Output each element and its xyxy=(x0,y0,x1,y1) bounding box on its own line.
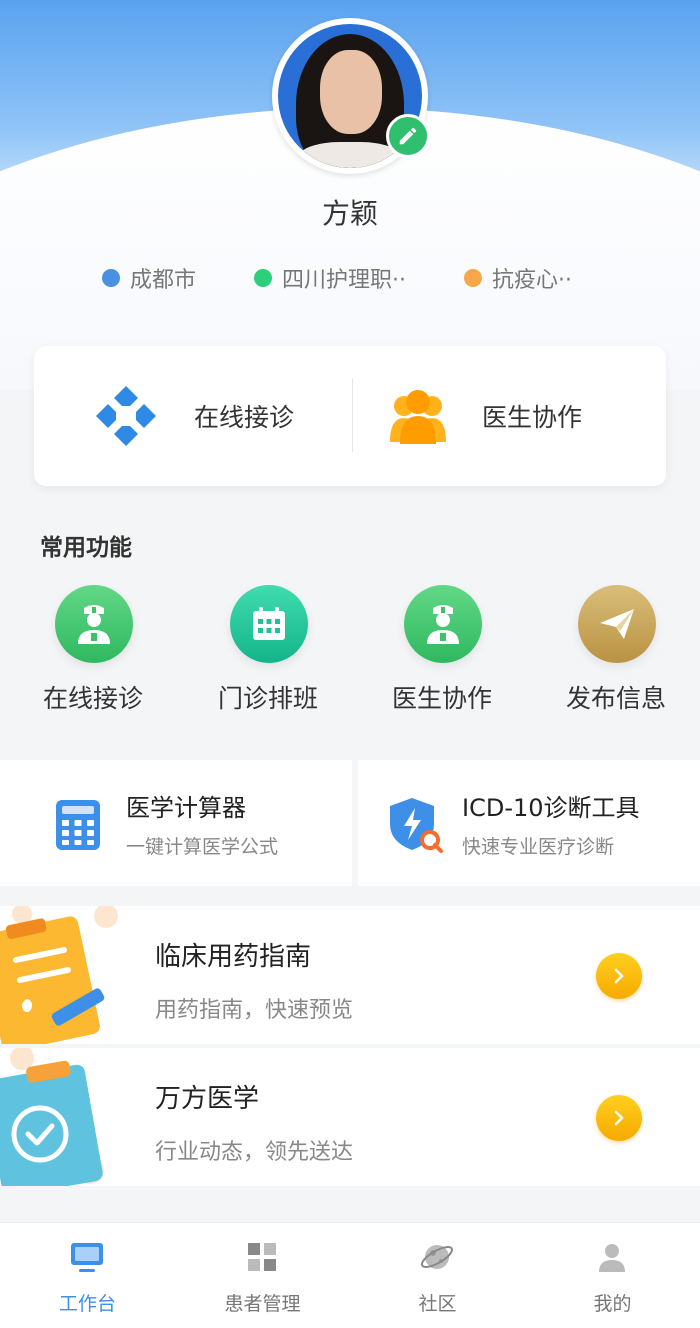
chevron-right-button[interactable] xyxy=(596,1095,642,1141)
paper-plane-icon xyxy=(600,609,634,639)
tool-title: ICD-10诊断工具 xyxy=(462,794,640,822)
pencil-icon xyxy=(399,127,417,145)
tab-label: 工作台 xyxy=(58,1293,116,1315)
func-label: 在线接诊 xyxy=(42,684,143,713)
shield-search-icon xyxy=(390,798,443,853)
func-online-consultation[interactable]: 在线接诊 xyxy=(8,585,178,725)
func-publish-info[interactable]: 发布信息 xyxy=(531,585,700,725)
medical-cross-icon xyxy=(96,386,156,446)
doctor-collaboration-button[interactable]: 医生协作 xyxy=(390,346,582,486)
func-label: 门诊排班 xyxy=(217,684,318,713)
user-name: 方颖 xyxy=(321,197,378,230)
edit-profile-button[interactable] xyxy=(386,114,430,158)
tab-label: 社区 xyxy=(418,1293,457,1315)
divider xyxy=(352,760,358,886)
tab-patient-management[interactable]: 患者管理 xyxy=(175,1223,350,1328)
tag-honor: 抗疫心·· xyxy=(464,262,572,294)
list-item-wanfang-medical[interactable]: 万方医学 行业动态，领先送达 xyxy=(0,1048,700,1186)
nurse-icon xyxy=(78,605,110,644)
func-outpatient-schedule[interactable]: 门诊排班 xyxy=(183,585,353,725)
grid-icon xyxy=(248,1243,276,1271)
doctors-group-icon xyxy=(390,390,446,444)
list-title: 万方医学 xyxy=(155,1084,260,1114)
clipboard-pen-icon xyxy=(0,906,118,1044)
profile-tags: 成都市 四川护理职·· 抗疫心·· xyxy=(0,262,700,294)
chevron-right-icon xyxy=(614,968,624,984)
chevron-right-button[interactable] xyxy=(596,953,642,999)
bottom-nav: 工作台 患者管理 社区 我的 xyxy=(0,1222,700,1328)
doctor-collaboration-label: 医生协作 xyxy=(482,403,583,432)
common-functions-row: 在线接诊 门诊排班 医生协作 发布信息 xyxy=(0,585,700,725)
section-title-common-functions: 常用功能 xyxy=(40,535,132,561)
tab-community[interactable]: 社区 xyxy=(350,1223,525,1328)
tool-subtitle: 快速专业医疗诊断 xyxy=(462,836,615,858)
tab-workbench[interactable]: 工作台 xyxy=(0,1223,175,1328)
divider xyxy=(352,378,353,452)
tab-label: 患者管理 xyxy=(224,1293,301,1315)
online-consultation-button[interactable]: 在线接诊 xyxy=(94,346,294,486)
func-label: 发布信息 xyxy=(565,684,666,713)
chevron-right-icon xyxy=(614,1110,624,1126)
tools-card: 医学计算器 一键计算医学公式 ICD-10诊断工具 快速专业医疗诊断 xyxy=(0,760,700,886)
planet-icon xyxy=(420,1245,454,1269)
tag-city: 成都市 xyxy=(102,262,196,294)
func-label: 医生协作 xyxy=(391,684,492,713)
tab-label: 我的 xyxy=(593,1293,632,1315)
green-dot-icon xyxy=(254,269,272,287)
list-title: 临床用药指南 xyxy=(155,942,312,972)
list-subtitle: 用药指南，快速预览 xyxy=(155,998,354,1023)
medical-calculator-button[interactable]: 医学计算器 一键计算医学公式 xyxy=(34,760,352,886)
blue-dot-icon xyxy=(102,269,120,287)
nurse-icon xyxy=(427,605,459,644)
clipboard-check-icon xyxy=(0,1048,104,1186)
tool-subtitle: 一键计算医学公式 xyxy=(126,836,279,858)
tag-label: 成都市 xyxy=(130,268,197,293)
func-doctor-collaboration[interactable]: 医生协作 xyxy=(357,585,527,725)
online-consultation-label: 在线接诊 xyxy=(194,403,295,432)
user-icon xyxy=(599,1244,625,1272)
tag-label: 四川护理职·· xyxy=(282,268,406,293)
list-subtitle: 行业动态，领先送达 xyxy=(155,1140,354,1165)
tag-school: 四川护理职·· xyxy=(254,262,406,294)
monitor-icon xyxy=(71,1243,103,1272)
tool-title: 医学计算器 xyxy=(126,794,246,822)
tag-label: 抗疫心·· xyxy=(492,268,572,293)
icd10-tool-button[interactable]: ICD-10诊断工具 快速专业医疗诊断 xyxy=(370,760,700,886)
calendar-icon xyxy=(253,607,285,640)
tab-profile[interactable]: 我的 xyxy=(525,1223,700,1328)
calculator-icon xyxy=(56,800,100,850)
orange-dot-icon xyxy=(464,269,482,287)
list-item-drug-guide[interactable]: 临床用药指南 用药指南，快速预览 xyxy=(0,906,700,1044)
main-actions-card: 在线接诊 医生协作 xyxy=(34,346,666,486)
